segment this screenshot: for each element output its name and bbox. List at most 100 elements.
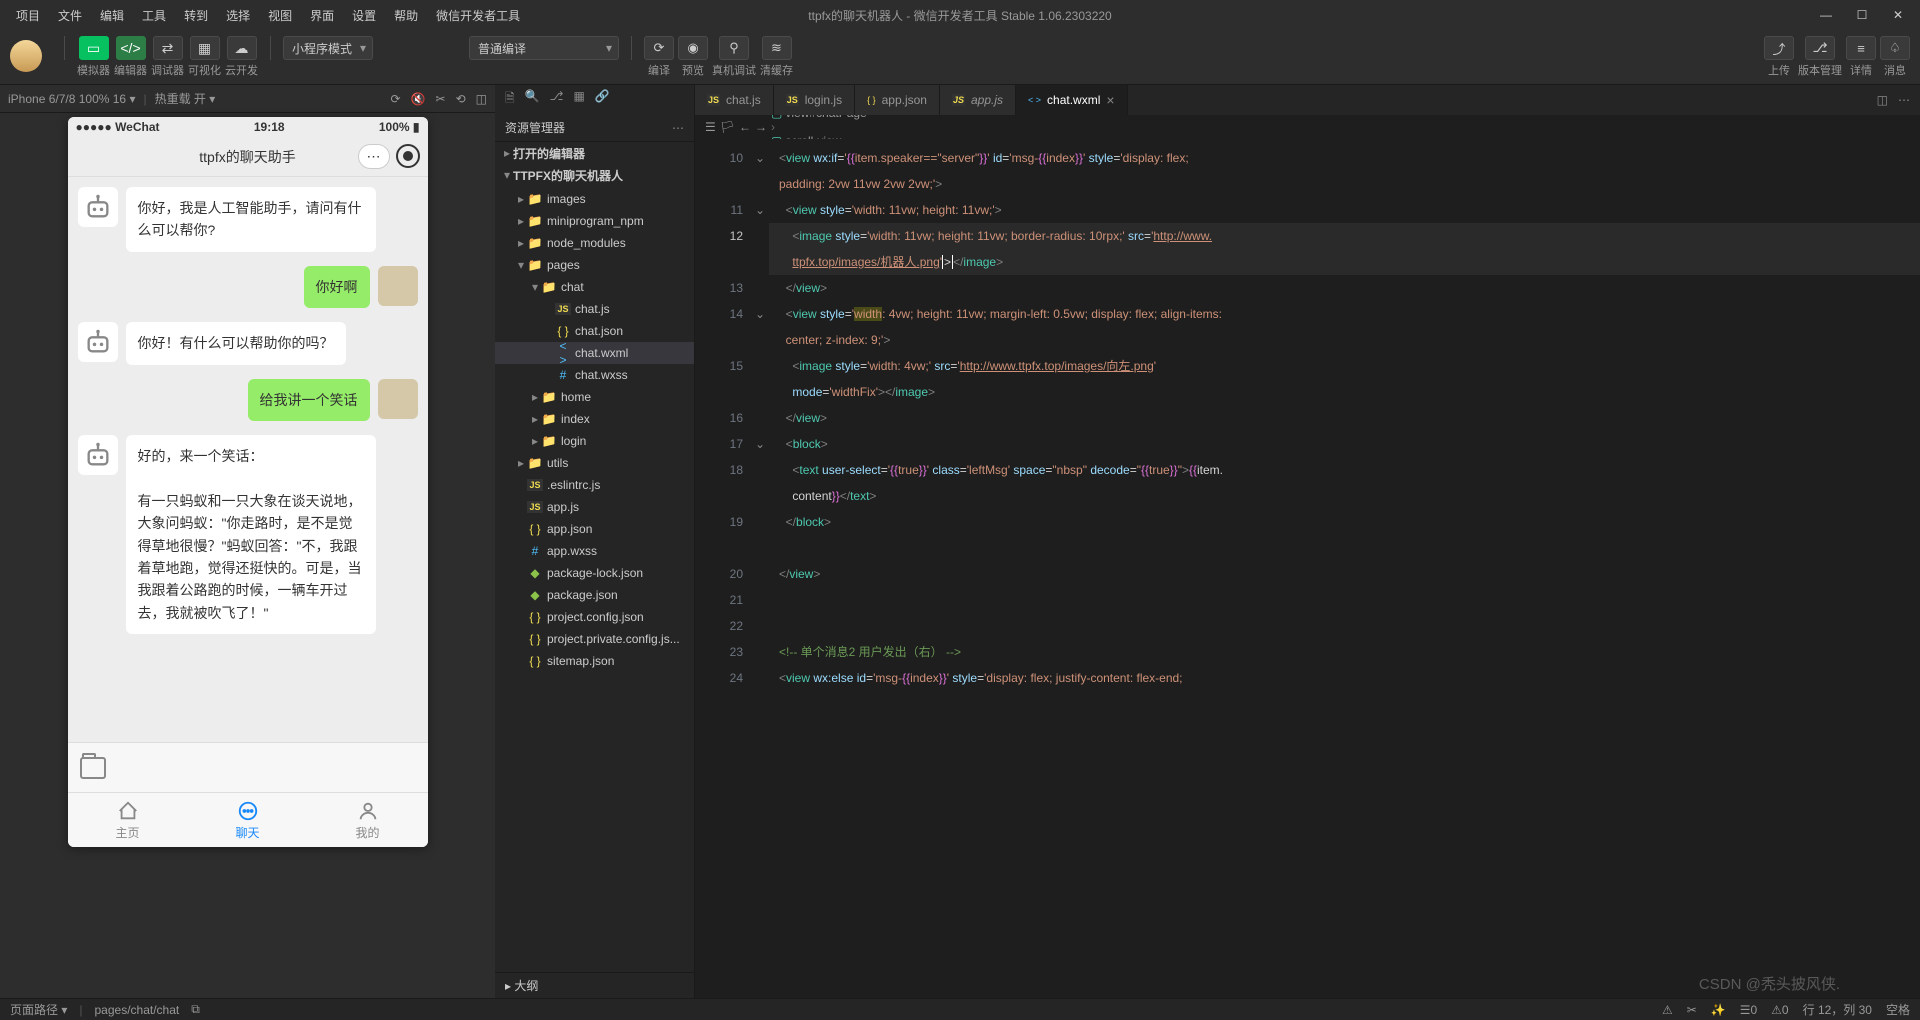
scissors-icon[interactable]: ✂ [1687, 1003, 1697, 1017]
tree-item-images[interactable]: ▸📁images [495, 188, 694, 210]
open-editors-section[interactable]: ▸打开的编辑器 [495, 142, 694, 164]
copy-icon[interactable]: ⧉ [191, 1002, 200, 1017]
menu-设置[interactable]: 设置 [344, 3, 384, 28]
code-editor[interactable]: 101112131415161718192021222324 ⌄⌄⌄⌄ <vie… [695, 139, 1920, 998]
project-root[interactable]: ▾TTPFX的聊天机器人 [495, 164, 694, 186]
editor-button[interactable]: </>编辑器 [114, 36, 147, 78]
warn-icon[interactable]: ⚠ [1662, 1003, 1673, 1017]
wand-icon[interactable]: ✨ [1711, 1003, 1726, 1017]
version-button[interactable]: ⎇版本管理 [1798, 36, 1842, 78]
search-icon[interactable]: 🔍 [525, 89, 540, 110]
tree-item-login[interactable]: ▸📁login [495, 430, 694, 452]
cut-icon[interactable]: ✂ [436, 92, 446, 106]
simulator-button[interactable]: ▭模拟器 [77, 36, 110, 78]
message-button[interactable]: ♤消息 [1880, 36, 1910, 78]
menu-文件[interactable]: 文件 [50, 3, 90, 28]
chat-input-bar[interactable] [68, 742, 428, 792]
warn2-icon[interactable]: ⚠0 [1771, 1003, 1788, 1017]
clearcache-button[interactable]: ≋清缓存 [760, 36, 793, 78]
close-icon[interactable]: ✕ [1884, 8, 1912, 22]
indent-icon[interactable]: ☰ [705, 120, 716, 134]
outline-section[interactable]: ▸ 大纲 [495, 972, 694, 998]
tree-item-.eslintrc.js[interactable]: JS.eslintrc.js [495, 474, 694, 496]
tab-app.js[interactable]: JSapp.js [940, 85, 1016, 115]
rotate-icon[interactable]: ⟲ [456, 92, 466, 106]
menu-转到[interactable]: 转到 [176, 3, 216, 28]
menu-项目[interactable]: 项目 [8, 3, 48, 28]
menu-微信开发者工具[interactable]: 微信开发者工具 [428, 3, 528, 28]
upload-button[interactable]: ⤴上传 [1764, 36, 1794, 78]
path-label[interactable]: 页面路径 ▾ [10, 1001, 67, 1018]
tree-item-chat.wxml[interactable]: < >chat.wxml [495, 342, 694, 364]
tab-home[interactable]: 主页 [68, 793, 188, 847]
capsule-close[interactable] [396, 144, 420, 168]
refresh-icon[interactable]: ⟳ [391, 92, 401, 106]
menu-工具[interactable]: 工具 [134, 3, 174, 28]
spaces-label[interactable]: 空格 [1886, 1001, 1910, 1018]
menu-编辑[interactable]: 编辑 [92, 3, 132, 28]
tab-chat.wxml[interactable]: < >chat.wxml× [1016, 85, 1128, 115]
tree-item-app.js[interactable]: JSapp.js [495, 496, 694, 518]
tree-item-home[interactable]: ▸📁home [495, 386, 694, 408]
tree-item-project.private.config.js...[interactable]: { }project.private.config.js... [495, 628, 694, 650]
branch-icon[interactable]: ⎇ [550, 89, 564, 110]
hotreload-toggle[interactable]: 热重载 开 ▾ [155, 90, 216, 107]
chat-scroll[interactable]: 你好，我是人工智能助手，请问有什么可以帮你?你好啊你好！有什么可以帮助你的吗？给… [68, 177, 428, 742]
tree-item-node_modules[interactable]: ▸📁node_modules [495, 232, 694, 254]
menu-选择[interactable]: 选择 [218, 3, 258, 28]
maximize-icon[interactable]: ☐ [1848, 8, 1876, 22]
tree-item-package-lock.json[interactable]: ◆package-lock.json [495, 562, 694, 584]
more-icon[interactable]: ⋯ [367, 148, 381, 165]
compile-select[interactable]: 普通编译 [469, 36, 619, 60]
attachment-icon[interactable] [80, 757, 106, 779]
compile-button[interactable]: ⟳编译 [644, 36, 674, 78]
bookmark-icon[interactable]: 🏳 [720, 120, 735, 134]
list-icon[interactable]: ☰0 [1740, 1003, 1757, 1017]
tree-item-app.wxss[interactable]: #app.wxss [495, 540, 694, 562]
mute-icon[interactable]: 🔇 [411, 92, 426, 106]
tree-item-sitemap.json[interactable]: { }sitemap.json [495, 650, 694, 672]
back-icon[interactable]: ← [739, 120, 751, 134]
cloud-button[interactable]: ☁云开发 [225, 36, 258, 78]
menu-界面[interactable]: 界面 [302, 3, 342, 28]
minimize-icon[interactable]: ― [1812, 8, 1840, 22]
cursor-pos[interactable]: 行 12，列 30 [1803, 1001, 1872, 1018]
preview-button[interactable]: ◉预览 [678, 36, 708, 78]
more-icon[interactable]: ⋯ [1898, 93, 1910, 107]
device-select[interactable]: iPhone 6/7/8 100% 16 ▾ [8, 92, 135, 106]
ext-icon[interactable]: ▦ [573, 89, 584, 110]
capsule-menu[interactable]: ⋯ [358, 144, 390, 169]
tree-item-chat.wxss[interactable]: #chat.wxss [495, 364, 694, 386]
split-icon[interactable]: ◫ [1877, 93, 1888, 107]
forward-icon[interactable]: → [755, 120, 767, 134]
user-avatar[interactable] [10, 40, 42, 72]
tab-chat.js[interactable]: JSchat.js [695, 85, 774, 115]
tab-chat[interactable]: 聊天 [188, 793, 308, 847]
tree-item-package.json[interactable]: ◆package.json [495, 584, 694, 606]
tab-me[interactable]: 我的 [308, 793, 428, 847]
tree-item-index[interactable]: ▸📁index [495, 408, 694, 430]
popout-icon[interactable]: ◫ [476, 92, 487, 106]
tree-item-miniprogram_npm[interactable]: ▸📁miniprogram_npm [495, 210, 694, 232]
tab-login.js[interactable]: JSlogin.js [774, 85, 855, 115]
tab-app.json[interactable]: { }app.json [855, 85, 940, 115]
details-button[interactable]: ≡详情 [1846, 36, 1876, 78]
tree-item-chat.json[interactable]: { }chat.json [495, 320, 694, 342]
link-icon[interactable]: 🔗 [595, 89, 610, 110]
debugger-button[interactable]: ⇄调试器 [151, 36, 184, 78]
more-icon[interactable]: ⋯ [672, 121, 684, 135]
path-value[interactable]: pages/chat/chat [95, 1003, 180, 1017]
menu-视图[interactable]: 视图 [260, 3, 300, 28]
menu-帮助[interactable]: 帮助 [386, 3, 426, 28]
mode-select[interactable]: 小程序模式 [283, 36, 373, 60]
tree-item-chat[interactable]: ▾📁chat [495, 276, 694, 298]
tree-item-chat.js[interactable]: JSchat.js [495, 298, 694, 320]
tree-item-pages[interactable]: ▾📁pages [495, 254, 694, 276]
tree-item-app.json[interactable]: { }app.json [495, 518, 694, 540]
realdebug-button[interactable]: ⚲真机调试 [712, 36, 756, 78]
tree-item-project.config.json[interactable]: { }project.config.json [495, 606, 694, 628]
visual-button[interactable]: ▦可视化 [188, 36, 221, 78]
tree-item-utils[interactable]: ▸📁utils [495, 452, 694, 474]
breadcrumb[interactable]: ☰ 🏳 ← → pages › chat › ▢ chat.wxml › ▢ v… [695, 115, 1920, 139]
files-icon[interactable]: 🗎 [505, 89, 515, 110]
